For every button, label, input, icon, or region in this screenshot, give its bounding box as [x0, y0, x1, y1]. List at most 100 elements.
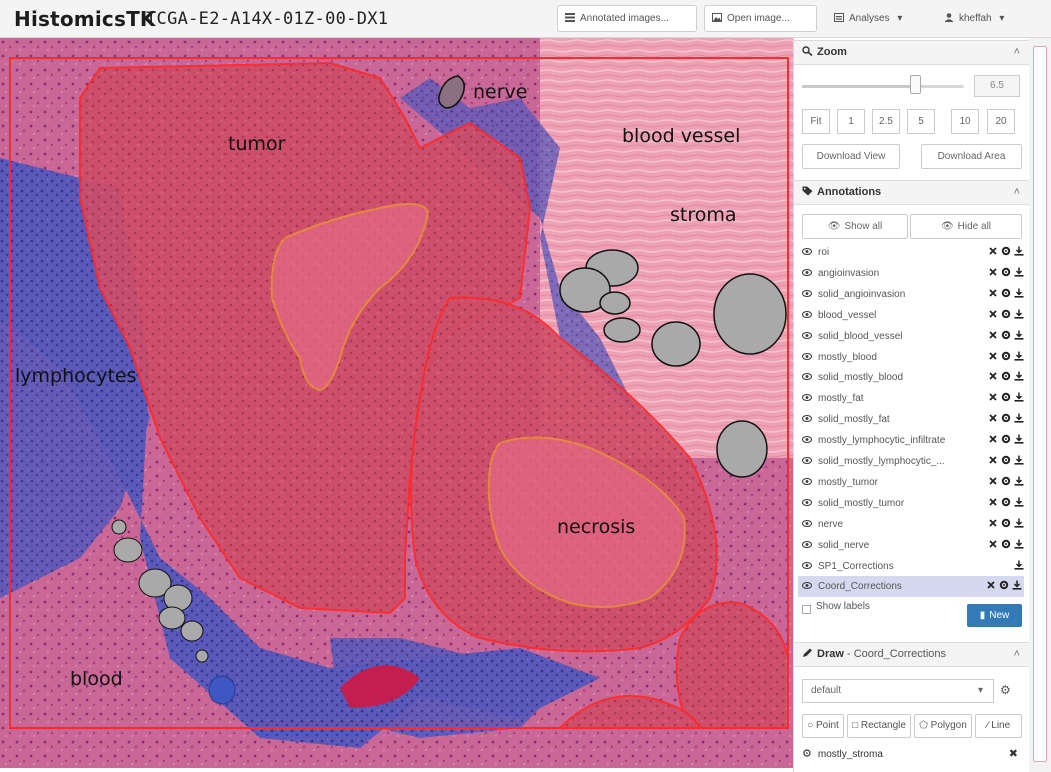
gear-icon[interactable] — [1001, 264, 1011, 277]
eye-icon[interactable] — [801, 326, 813, 340]
download-icon[interactable] — [1012, 577, 1022, 590]
download-icon[interactable] — [1014, 431, 1024, 444]
annotation-row[interactable]: mostly_lymphocytic_infiltrate — [801, 430, 1026, 451]
annotation-row[interactable]: mostly_tumor — [801, 472, 1026, 493]
annotation-row[interactable]: roi — [801, 242, 1026, 263]
draw-rectangle-button[interactable]: □ Rectangle — [847, 714, 911, 738]
delete-icon[interactable] — [988, 243, 998, 255]
gear-icon[interactable] — [999, 577, 1009, 590]
blood-vessel-annotation[interactable] — [713, 273, 787, 355]
download-icon[interactable] — [1014, 243, 1024, 256]
download-icon[interactable] — [1014, 264, 1024, 277]
delete-icon[interactable] — [988, 515, 998, 527]
delete-icon[interactable] — [988, 536, 998, 548]
download-icon[interactable] — [1014, 452, 1024, 465]
zoom-1-button[interactable]: 1 — [837, 109, 865, 134]
eye-icon[interactable] — [801, 305, 813, 319]
annotation-row[interactable]: solid_mostly_lymphocytic_... — [801, 451, 1026, 472]
download-icon[interactable] — [1014, 348, 1024, 361]
zoom-5-button[interactable]: 5 — [907, 109, 935, 134]
eye-icon[interactable] — [801, 451, 813, 465]
eye-icon[interactable] — [801, 430, 813, 444]
eye-icon[interactable] — [801, 263, 813, 277]
blood-vessel-annotation[interactable] — [716, 420, 768, 478]
draw-line-button[interactable]: ∕ Line — [975, 714, 1022, 738]
scrollbar-thumb[interactable] — [1033, 46, 1047, 762]
delete-icon[interactable] — [988, 494, 998, 506]
eye-icon[interactable] — [801, 242, 813, 256]
draw-panel-header[interactable]: Draw - Coord_Corrections ˄ — [794, 642, 1030, 667]
download-icon[interactable] — [1014, 494, 1024, 507]
gear-icon[interactable] — [1001, 452, 1011, 465]
annotation-row[interactable]: solid_nerve — [801, 535, 1026, 556]
gear-icon[interactable]: ⚙ — [802, 748, 812, 760]
delete-icon[interactable] — [988, 368, 998, 380]
annotation-row[interactable]: solid_mostly_tumor — [801, 493, 1026, 514]
eye-icon[interactable] — [801, 284, 813, 298]
download-icon[interactable] — [1014, 306, 1024, 319]
eye-icon[interactable] — [801, 409, 813, 423]
zoom-20-button[interactable]: 20 — [987, 109, 1015, 134]
draw-element-row[interactable]: ⚙ mostly_stroma ✖ — [802, 744, 1024, 764]
zoom-10-button[interactable]: 10 — [951, 109, 979, 134]
chevron-up-icon[interactable]: ˄ — [1014, 643, 1020, 666]
zoom-2-5-button[interactable]: 2.5 — [872, 109, 900, 134]
gear-icon[interactable] — [1001, 389, 1011, 402]
download-area-button[interactable]: Download Area — [921, 144, 1022, 169]
draw-polygon-button[interactable]: ⬠ Polygon — [914, 714, 972, 738]
annotation-row[interactable]: mostly_blood — [801, 347, 1026, 368]
zoom-slider[interactable] — [802, 85, 964, 88]
gear-icon[interactable] — [1001, 243, 1011, 256]
blood-vessel-annotation[interactable] — [195, 649, 209, 663]
page-scrollbar[interactable] — [1029, 38, 1051, 772]
annotation-row[interactable]: solid_blood_vessel — [801, 326, 1026, 347]
eye-icon[interactable] — [801, 535, 813, 549]
download-icon[interactable] — [1014, 368, 1024, 381]
annotation-row[interactable]: solid_mostly_blood — [801, 367, 1026, 388]
annotation-row[interactable]: solid_angioinvasion — [801, 284, 1026, 305]
gear-icon[interactable] — [1001, 306, 1011, 319]
gear-icon[interactable] — [1001, 410, 1011, 423]
analyses-menu[interactable]: Analyses ▾ — [826, 5, 922, 32]
annotation-row[interactable]: Coord_Corrections — [798, 576, 1024, 597]
delete-icon[interactable] — [988, 264, 998, 276]
close-icon[interactable]: ✖ — [1009, 744, 1018, 764]
gear-icon[interactable] — [1001, 431, 1011, 444]
zoom-panel-header[interactable]: Zoom ˄ — [794, 40, 1030, 65]
download-icon[interactable] — [1014, 557, 1024, 570]
download-view-button[interactable]: Download View — [802, 144, 900, 169]
blood-vessel-annotation[interactable] — [111, 519, 127, 535]
download-icon[interactable] — [1014, 536, 1024, 549]
download-icon[interactable] — [1014, 515, 1024, 528]
gear-icon[interactable]: ⚙ — [1000, 683, 1011, 697]
gear-icon[interactable] — [1001, 473, 1011, 486]
app-logo[interactable]: HistomicsTK — [14, 7, 156, 31]
draw-style-select[interactable]: default ▾ — [802, 679, 994, 703]
annotation-row[interactable]: angioinvasion — [801, 263, 1026, 284]
blood-vessel-annotation[interactable] — [599, 291, 631, 315]
delete-icon[interactable] — [988, 410, 998, 422]
chevron-up-icon[interactable]: ˄ — [1014, 41, 1020, 64]
delete-icon[interactable] — [986, 577, 996, 589]
annotation-row[interactable]: solid_mostly_fat — [801, 409, 1026, 430]
gear-icon[interactable] — [1001, 536, 1011, 549]
delete-icon[interactable] — [988, 389, 998, 401]
slide-viewer[interactable]: tumor nerve blood vessel stroma lymphocy… — [0, 38, 793, 768]
open-image-button[interactable]: Open image... — [704, 5, 817, 32]
gear-icon[interactable] — [1001, 515, 1011, 528]
annotated-images-button[interactable]: Annotated images... — [557, 5, 697, 32]
eye-icon[interactable] — [801, 576, 813, 590]
show-labels-checkbox[interactable] — [802, 605, 811, 614]
blood-vessel-annotation[interactable] — [113, 537, 143, 563]
zoom-fit-button[interactable]: Fit — [802, 109, 830, 134]
download-icon[interactable] — [1014, 285, 1024, 298]
delete-icon[interactable] — [988, 431, 998, 443]
gear-icon[interactable] — [1001, 348, 1011, 361]
gear-icon[interactable] — [1001, 494, 1011, 507]
zoom-value-input[interactable]: 6.5 — [974, 75, 1020, 97]
annotations-panel-header[interactable]: Annotations ˄ — [794, 180, 1030, 205]
annotation-row[interactable]: SP1_Corrections — [801, 556, 1026, 577]
draw-point-button[interactable]: ○ Point — [802, 714, 844, 738]
annotation-row[interactable]: nerve — [801, 514, 1026, 535]
delete-icon[interactable] — [988, 306, 998, 318]
